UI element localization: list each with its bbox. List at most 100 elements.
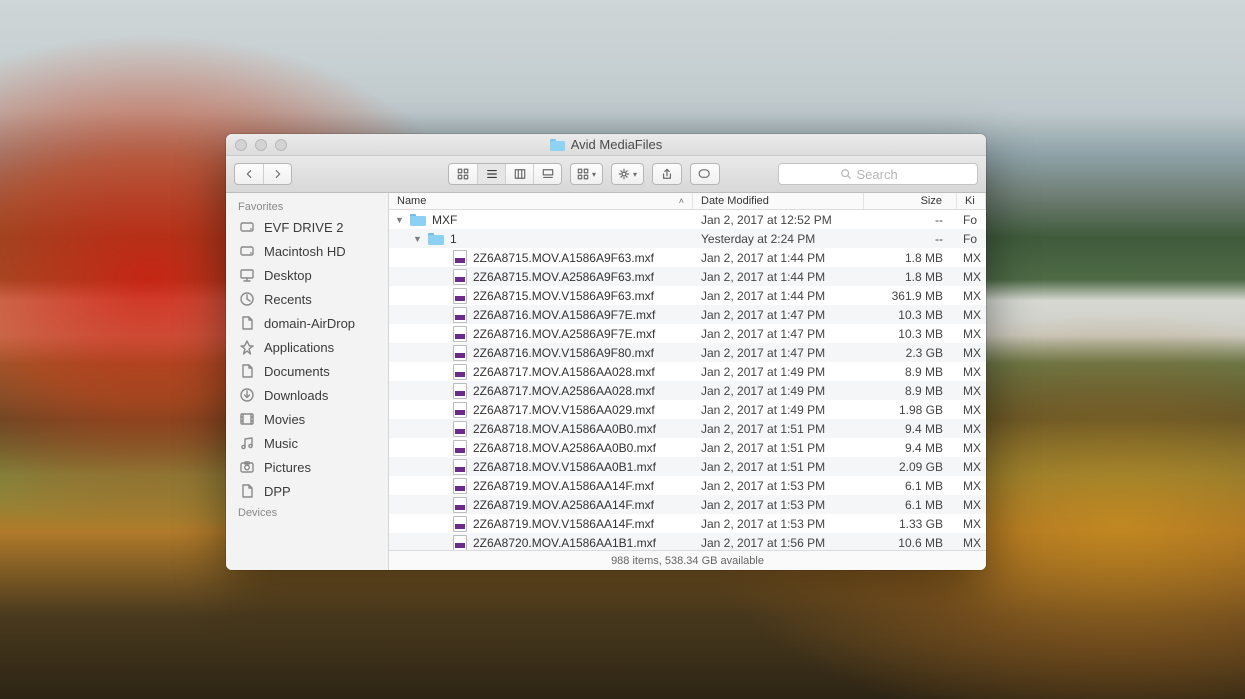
file-row[interactable]: 2Z6A8716.MOV.A2586A9F7E.mxf Jan 2, 2017 a… [389, 324, 986, 343]
file-row[interactable]: 2Z6A8715.MOV.V1586A9F63.mxfJan 2, 2017 a… [389, 286, 986, 305]
sidebar-item-dpp[interactable]: DPP [226, 479, 388, 503]
column-header-size[interactable]: Size [864, 193, 957, 209]
drive-icon [238, 219, 256, 235]
sidebar-item-label: Music [264, 436, 298, 451]
file-row[interactable]: 2Z6A8717.MOV.V1586AA029.mxfJan 2, 2017 a… [389, 400, 986, 419]
file-kind: MX [957, 384, 986, 398]
back-button[interactable] [235, 164, 263, 184]
view-switcher [448, 163, 562, 185]
file-date: Jan 2, 2017 at 12:52 PM [693, 213, 864, 227]
file-row[interactable]: 2Z6A8719.MOV.A2586AA14F.mxfJan 2, 2017 a… [389, 495, 986, 514]
file-kind: MX [957, 460, 986, 474]
sidebar-heading-devices: Devices [226, 503, 388, 521]
folder-icon [410, 214, 426, 226]
file-size: 2.09 GB [864, 460, 957, 474]
file-list: Name ˄ Date Modified Size Ki ▼MXFJan 2, … [389, 193, 986, 570]
file-kind: MX [957, 365, 986, 379]
folder-row[interactable]: ▼1Yesterday at 2:24 PM--Fo [389, 229, 986, 248]
share-button[interactable] [652, 163, 682, 185]
action-button[interactable]: ▾ [611, 163, 644, 185]
file-row[interactable]: 2Z6A8718.MOV.A2586AA0B0.mxfJan 2, 2017 a… [389, 438, 986, 457]
titlebar[interactable]: Avid MediaFiles [226, 134, 986, 156]
sidebar-item-label: DPP [264, 484, 291, 499]
file-size: 10.6 MB [864, 536, 957, 550]
file-row[interactable]: 2Z6A8719.MOV.V1586AA14F.mxfJan 2, 2017 a… [389, 514, 986, 533]
search-input[interactable] [857, 167, 917, 182]
sidebar-item-macintosh-hd[interactable]: Macintosh HD [226, 239, 388, 263]
column-header-kind[interactable]: Ki [957, 193, 986, 209]
mxf-file-icon [453, 516, 467, 532]
sidebar-item-label: Movies [264, 412, 305, 427]
file-name: 2Z6A8716.MOV.A2586A9F7E.mxf [473, 327, 655, 341]
file-name: 2Z6A8718.MOV.A2586AA0B0.mxf [473, 441, 656, 455]
file-row[interactable]: 2Z6A8717.MOV.A1586AA028.mxfJan 2, 2017 a… [389, 362, 986, 381]
file-row[interactable]: 2Z6A8716.MOV.V1586A9F80.mxfJan 2, 2017 a… [389, 343, 986, 362]
sidebar-item-evf-drive-2[interactable]: EVF DRIVE 2 [226, 215, 388, 239]
sidebar-item-domain-airdrop[interactable]: domain-AirDrop [226, 311, 388, 335]
recent-icon [238, 291, 256, 307]
file-row[interactable]: 2Z6A8719.MOV.A1586AA14F.mxfJan 2, 2017 a… [389, 476, 986, 495]
disclosure-triangle-icon[interactable]: ▼ [413, 234, 422, 243]
file-date: Yesterday at 2:24 PM [693, 232, 864, 246]
view-icon-button[interactable] [449, 164, 477, 184]
file-row[interactable]: 2Z6A8718.MOV.V1586AA0B1.mxf Jan 2, 2017 a… [389, 457, 986, 476]
file-name: 2Z6A8718.MOV.V1586AA0B1.mxf [473, 460, 656, 474]
sidebar-item-pictures[interactable]: Pictures [226, 455, 388, 479]
file-size: 1.33 GB [864, 517, 957, 531]
file-row[interactable]: 2Z6A8717.MOV.A2586AA028.mxfJan 2, 2017 a… [389, 381, 986, 400]
sidebar-item-documents[interactable]: Documents [226, 359, 388, 383]
minimize-button[interactable] [255, 139, 267, 151]
file-size: 6.1 MB [864, 498, 957, 512]
desktop-icon [238, 267, 256, 283]
arrange-button[interactable]: ▾ [570, 163, 603, 185]
view-column-button[interactable] [505, 164, 533, 184]
forward-button[interactable] [263, 164, 291, 184]
file-name: 2Z6A8716.MOV.V1586A9F80.mxf [473, 346, 654, 360]
column-header-date[interactable]: Date Modified [693, 193, 864, 209]
sidebar-item-applications[interactable]: Applications [226, 335, 388, 359]
sidebar-item-label: Macintosh HD [264, 244, 346, 259]
folder-row[interactable]: ▼MXFJan 2, 2017 at 12:52 PM--Fo [389, 210, 986, 229]
file-kind: MX [957, 498, 986, 512]
view-list-button[interactable] [477, 164, 505, 184]
file-date: Jan 2, 2017 at 1:49 PM [693, 384, 864, 398]
file-row[interactable]: 2Z6A8715.MOV.A1586A9F63.mxfJan 2, 2017 a… [389, 248, 986, 267]
file-date: Jan 2, 2017 at 1:44 PM [693, 251, 864, 265]
file-name: 1 [450, 232, 457, 246]
sidebar-item-movies[interactable]: Movies [226, 407, 388, 431]
sidebar-item-desktop[interactable]: Desktop [226, 263, 388, 287]
file-size: -- [864, 213, 957, 227]
file-date: Jan 2, 2017 at 1:51 PM [693, 422, 864, 436]
drive-icon [238, 243, 256, 259]
file-row[interactable]: 2Z6A8715.MOV.A2586A9F63.mxfJan 2, 2017 a… [389, 267, 986, 286]
zoom-button[interactable] [275, 139, 287, 151]
file-row[interactable]: 2Z6A8718.MOV.A1586AA0B0.mxfJan 2, 2017 a… [389, 419, 986, 438]
sidebar-item-label: Recents [264, 292, 312, 307]
file-date: Jan 2, 2017 at 1:51 PM [693, 460, 864, 474]
sidebar-item-music[interactable]: Music [226, 431, 388, 455]
close-button[interactable] [235, 139, 247, 151]
file-size: 8.9 MB [864, 384, 957, 398]
file-row[interactable]: 2Z6A8720.MOV.A1586AA1B1.mxfJan 2, 2017 a… [389, 533, 986, 550]
file-date: Jan 2, 2017 at 1:53 PM [693, 479, 864, 493]
tags-button[interactable] [690, 163, 720, 185]
mxf-file-icon [453, 269, 467, 285]
window-controls [226, 139, 287, 151]
file-kind: MX [957, 479, 986, 493]
mxf-file-icon [453, 440, 467, 456]
apps-icon [238, 339, 256, 355]
file-kind: MX [957, 346, 986, 360]
file-row[interactable]: 2Z6A8716.MOV.A1586A9F7E.mxfJan 2, 2017 a… [389, 305, 986, 324]
file-date: Jan 2, 2017 at 1:53 PM [693, 517, 864, 531]
view-coverflow-button[interactable] [533, 164, 561, 184]
sidebar-item-recents[interactable]: Recents [226, 287, 388, 311]
file-date: Jan 2, 2017 at 1:47 PM [693, 327, 864, 341]
file-name: 2Z6A8720.MOV.A1586AA1B1.mxf [473, 536, 656, 550]
file-kind: MX [957, 403, 986, 417]
column-header-name[interactable]: Name ˄ [389, 193, 693, 209]
search-field[interactable] [778, 163, 978, 185]
document-icon [238, 483, 256, 499]
disclosure-triangle-icon[interactable]: ▼ [395, 215, 404, 224]
sidebar-item-label: EVF DRIVE 2 [264, 220, 343, 235]
sidebar-item-downloads[interactable]: Downloads [226, 383, 388, 407]
